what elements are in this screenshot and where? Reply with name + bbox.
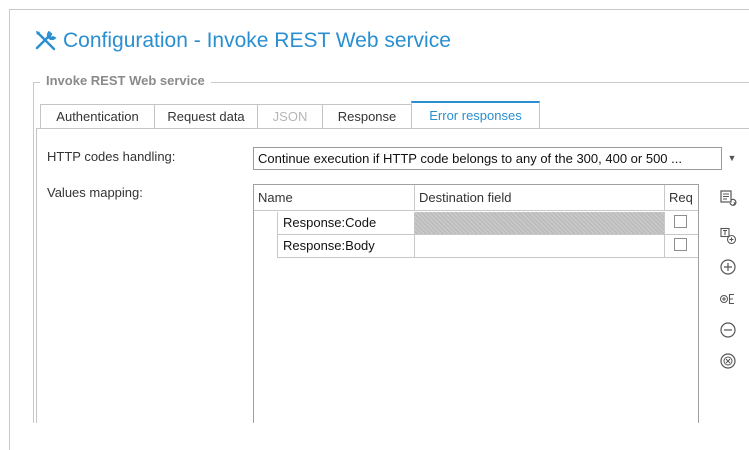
chevron-down-icon[interactable]: ▼ [725,151,739,165]
add-icon [720,259,736,275]
remove-button[interactable] [714,318,742,342]
row-header[interactable] [254,235,278,258]
add-expression-button[interactable] [714,287,742,311]
auto-map-icon [720,190,737,206]
add-expression-icon [720,293,734,305]
add-text-icon [720,227,737,245]
window-title-text: Configuration - Invoke REST Web service [63,29,451,52]
tab-bar: Authentication Request data JSON Respons… [40,101,540,128]
req-checkbox[interactable] [674,238,687,251]
add-button[interactable] [714,255,742,279]
http-codes-select[interactable]: Continue execution if HTTP code belongs … [253,147,722,170]
auto-map-button[interactable] [714,186,742,210]
tab-response[interactable]: Response [322,104,412,128]
column-header-req[interactable]: Req [665,185,698,210]
cell-destination-disabled [415,212,665,235]
column-header-name[interactable]: Name [254,185,415,210]
tab-request-data[interactable]: Request data [154,104,258,128]
column-header-destination[interactable]: Destination field [415,185,665,210]
tools-icon [35,30,57,51]
tab-error-responses[interactable]: Error responses [411,101,540,128]
grid-header: Name Destination field Req [254,185,698,211]
tab-json: JSON [257,104,323,128]
window-title: Configuration - Invoke REST Web service [33,28,451,54]
cell-req [665,235,698,258]
table-row[interactable]: Response:Code [254,212,698,235]
row-header[interactable] [254,212,278,235]
http-codes-label: HTTP codes handling: [47,149,176,164]
values-mapping-grid[interactable]: Name Destination field Req Response:Code… [253,184,699,423]
values-mapping-label: Values mapping: [47,185,143,200]
cell-req [665,212,698,235]
req-checkbox[interactable] [674,215,687,228]
cell-name[interactable]: Response:Code [278,212,415,235]
tab-authentication[interactable]: Authentication [40,104,155,128]
clear-all-button[interactable] [714,349,742,373]
clear-all-icon [720,353,736,369]
group-border-left [33,82,34,423]
group-title: Invoke REST Web service [40,73,211,88]
table-row[interactable]: Response:Body [254,235,698,258]
cell-name[interactable]: Response:Body [278,235,415,258]
remove-icon [720,322,736,338]
add-text-button[interactable] [714,224,742,248]
cell-destination[interactable] [415,235,665,258]
